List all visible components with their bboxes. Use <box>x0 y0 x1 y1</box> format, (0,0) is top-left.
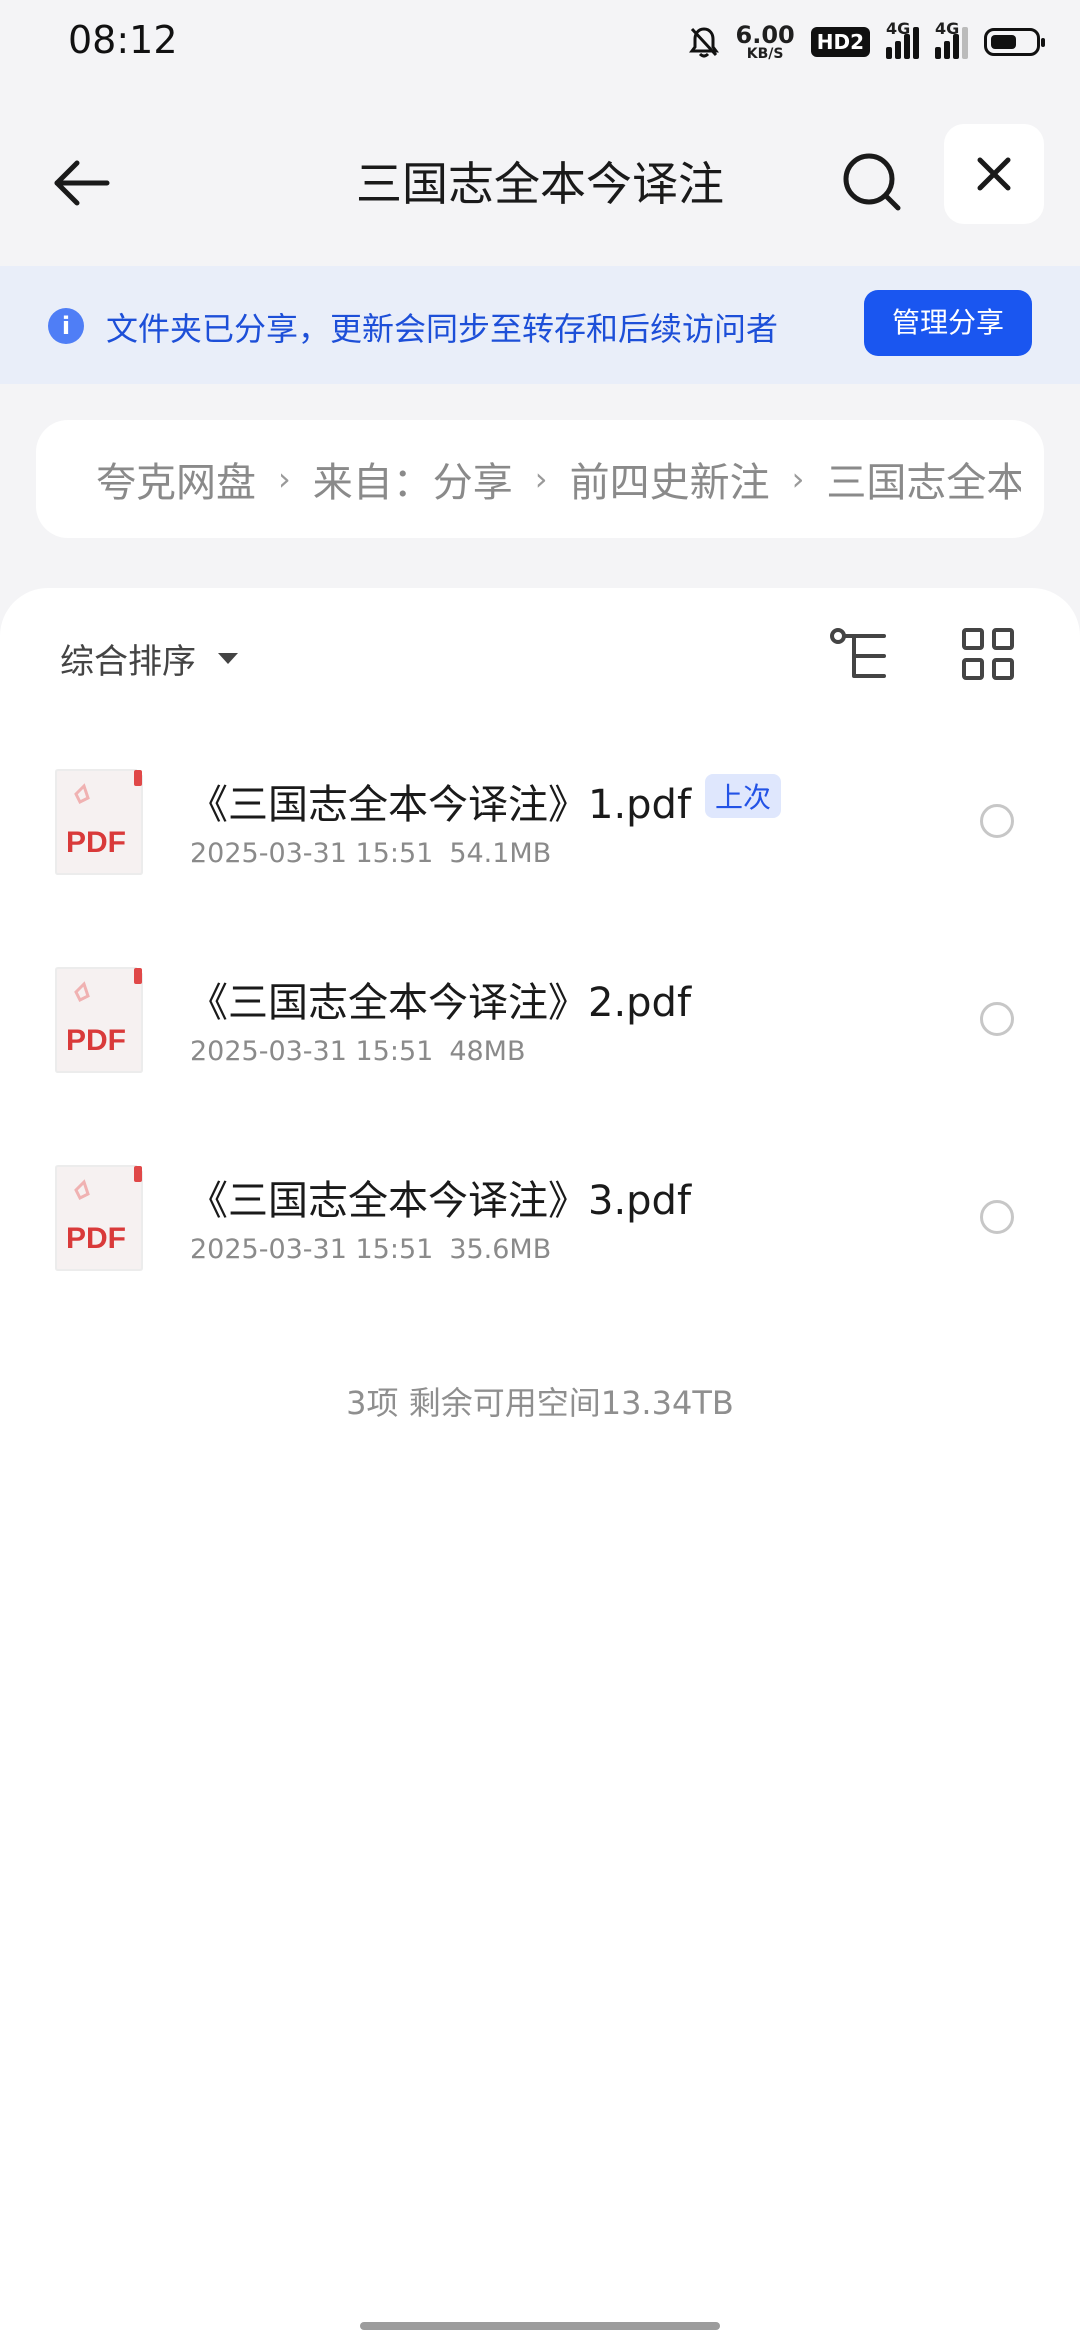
breadcrumb-item-root[interactable]: 夸克网盘 <box>96 450 256 508</box>
breadcrumb-item-current[interactable]: 三国志全本今译注 <box>826 450 1021 508</box>
net-speed-value: 6.00 <box>735 21 795 49</box>
share-notice-text: 文件夹已分享，更新会同步至转存和后续访问者 <box>106 310 779 348</box>
sim2-label: 4G <box>935 19 960 38</box>
sim1-label: 4G <box>886 19 911 38</box>
chevron-right-icon: › <box>278 460 291 498</box>
hd-icon: HD2 <box>810 27 870 57</box>
breadcrumb-items: 夸克网盘 › 来自：分享 › 前四史新注 › 三国志全本今译注 <box>96 420 1021 538</box>
manage-share-button[interactable]: 管理分享 <box>864 290 1032 356</box>
net-speed: 6.00 KB/S <box>736 23 795 61</box>
pdf-icon-label: PDF <box>66 1222 126 1255</box>
chevron-right-icon: › <box>534 460 548 498</box>
file-name: 《三国志全本今译注》2.pdf <box>188 970 691 1028</box>
file-row[interactable]: PDF 《三国志全本今译注》2.pdf 2025-03-31 15:51 48MB <box>0 966 1080 1164</box>
search-icon <box>843 153 901 211</box>
file-date: 2025-03-31 15:51 <box>190 838 434 869</box>
home-indicator[interactable] <box>360 2322 720 2330</box>
file-row[interactable]: PDF 《三国志全本今译注》1.pdf 上次 2025-03-31 15:51 54… <box>0 768 1080 966</box>
pdf-file-icon: PDF <box>55 769 143 875</box>
search-button[interactable] <box>834 144 910 220</box>
breadcrumb-item-folder[interactable]: 前四史新注 <box>570 450 770 508</box>
pdf-icon-label: PDF <box>66 1024 126 1057</box>
tree-view-button[interactable] <box>828 624 892 688</box>
pdf-file-icon: PDF <box>55 967 143 1073</box>
file-name-text: 《三国志全本今译注》1.pdf <box>188 782 692 828</box>
page-title: 三国志全本今译注 <box>356 157 724 211</box>
select-radio[interactable] <box>980 1002 1014 1036</box>
file-list-panel: 综合排序 PDF 《三国志全本今译注》1.pdf 上次 2025-03-31 15… <box>0 588 1080 2340</box>
file-size: 35.6MB <box>449 1234 552 1265</box>
select-radio[interactable] <box>980 804 1014 838</box>
signal-icon: 4G <box>886 19 919 59</box>
file-row[interactable]: PDF 《三国志全本今译注》3.pdf 2025-03-31 15:51 35.6… <box>0 1164 1080 1362</box>
file-meta: 2025-03-31 15:51 35.6MB <box>190 1234 551 1265</box>
bell-off-icon <box>688 27 719 58</box>
breadcrumb: 夸克网盘 › 来自：分享 › 前四史新注 › 三国志全本今译注 <box>36 420 1044 538</box>
file-size: 48MB <box>449 1036 526 1067</box>
grid-view-icon <box>962 628 1014 680</box>
file-date: 2025-03-31 15:51 <box>190 1036 434 1067</box>
share-notice-banner: i 文件夹已分享，更新会同步至转存和后续访问者 管理分享 <box>0 266 1080 384</box>
status-bar: 08:12 6.00 KB/S HD2 4G 4G <box>0 0 1080 84</box>
pdf-file-icon: PDF <box>55 1165 143 1271</box>
close-button[interactable] <box>944 124 1044 224</box>
close-icon <box>977 157 1011 191</box>
tree-view-icon <box>830 628 886 678</box>
pdf-icon-label: PDF <box>66 826 126 859</box>
grid-view-button[interactable] <box>958 624 1018 684</box>
battery-icon <box>984 28 1045 56</box>
caret-down-icon <box>218 653 238 664</box>
file-meta: 2025-03-31 15:51 48MB <box>190 1036 526 1067</box>
file-name-text: 《三国志全本今译注》2.pdf <box>188 980 692 1026</box>
file-size: 54.1MB <box>449 838 552 869</box>
header: 三国志全本今译注 <box>0 118 1080 236</box>
folder-summary: 3项 剩余可用空间13.34TB <box>346 1384 734 1422</box>
file-name: 《三国志全本今译注》3.pdf <box>188 1168 691 1226</box>
sort-label: 综合排序 <box>60 642 196 682</box>
file-meta: 2025-03-31 15:51 54.1MB <box>190 838 551 869</box>
select-radio[interactable] <box>980 1200 1014 1234</box>
file-date: 2025-03-31 15:51 <box>190 1234 434 1265</box>
file-name: 《三国志全本今译注》1.pdf 上次 <box>188 772 782 830</box>
sort-dropdown[interactable]: 综合排序 <box>60 634 238 683</box>
last-opened-badge: 上次 <box>705 774 782 818</box>
net-speed-unit: KB/S <box>746 46 784 62</box>
info-icon: i <box>48 308 84 344</box>
status-time: 08:12 <box>68 18 178 62</box>
status-icons: 6.00 KB/S HD2 4G 4G <box>688 18 1045 66</box>
breadcrumb-item-shared[interactable]: 来自：分享 <box>313 450 513 508</box>
battery-fill <box>991 35 1016 49</box>
signal-icon-2: 4G <box>935 19 968 59</box>
chevron-right-icon: › <box>791 460 805 498</box>
file-name-text: 《三国志全本今译注》3.pdf <box>188 1178 692 1224</box>
